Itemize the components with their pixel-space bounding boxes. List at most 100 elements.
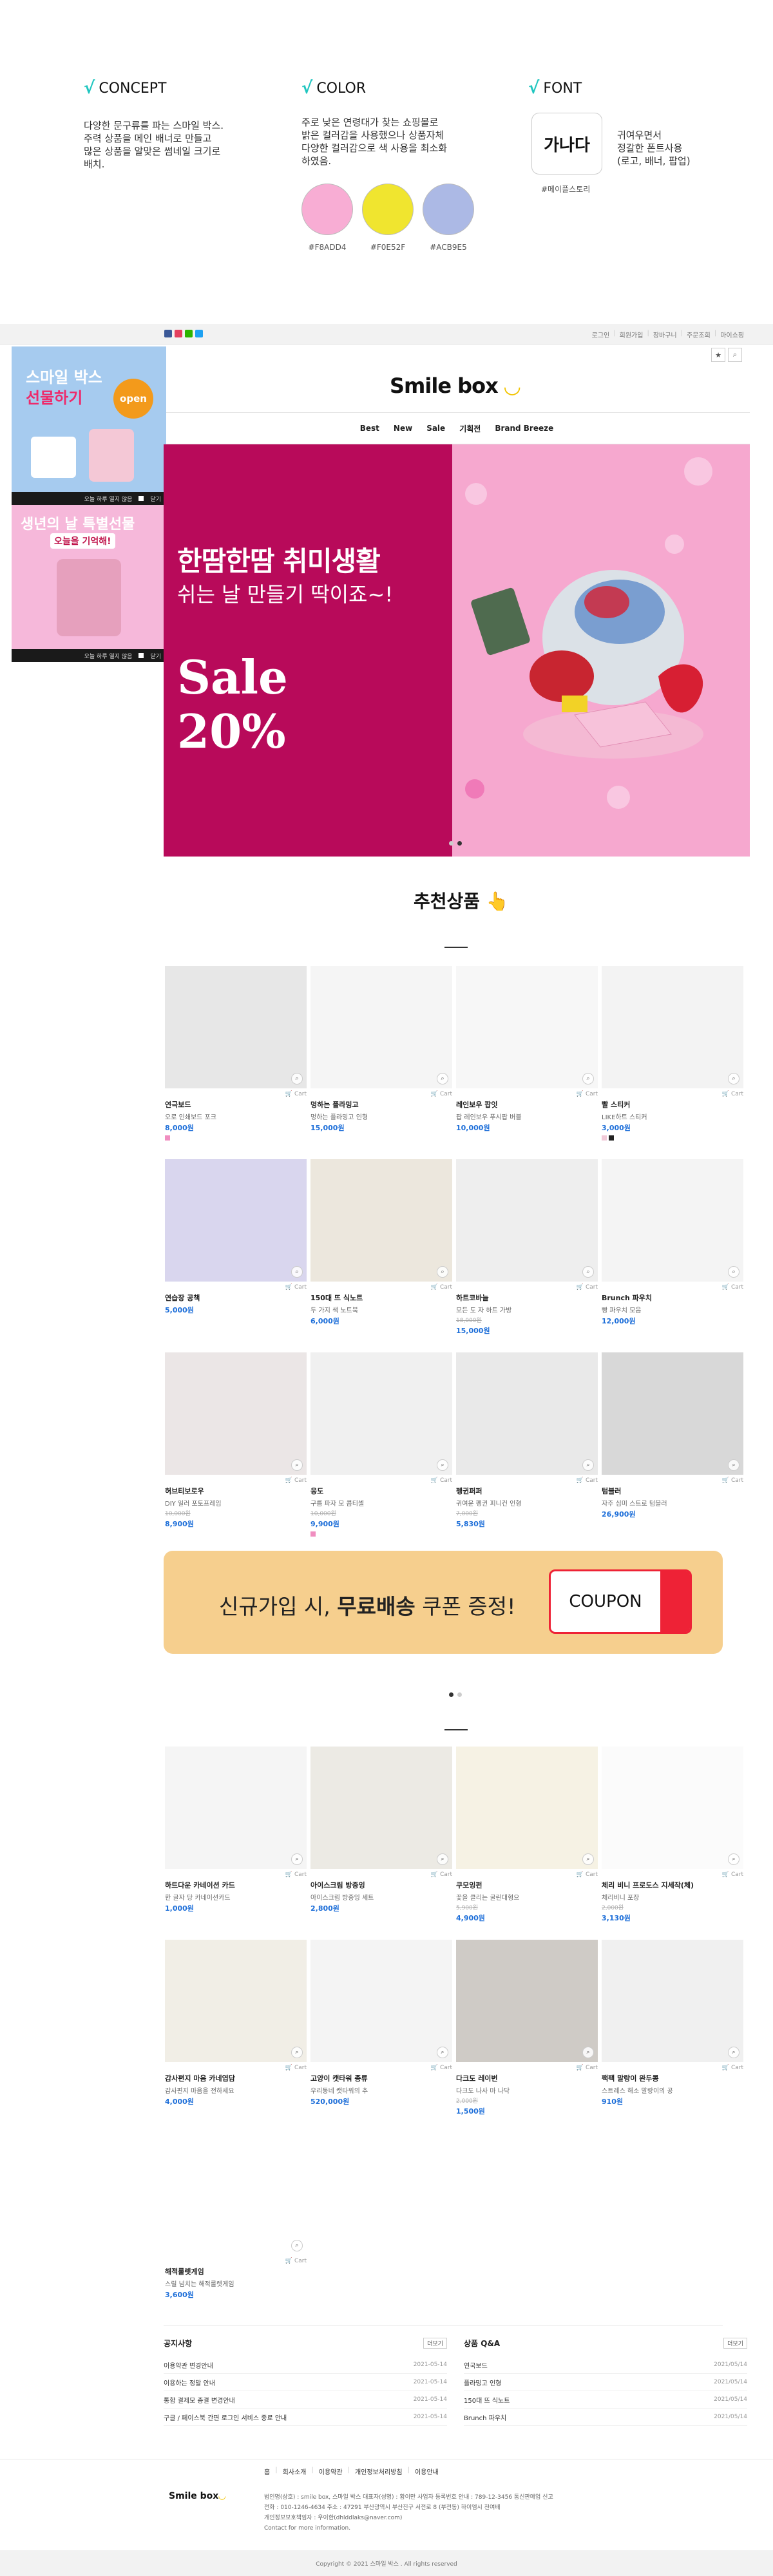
zoom-icon[interactable]: ⌕: [728, 1853, 740, 1865]
product-image[interactable]: ⌕: [456, 1940, 598, 2062]
product-image[interactable]: ⌕: [310, 1940, 452, 2062]
notice-row[interactable]: 이용약관 변경안내 2021-05-14: [164, 2356, 447, 2374]
product-card[interactable]: ⌕ 🛒 Cart 연극보드 오로 인쇄보드 포크 8,000원: [165, 966, 307, 1141]
product-card[interactable]: ⌕ 🛒 Cart 150대 뜨 식노트 두 가지 색 노트북 6,000원: [310, 1159, 452, 1329]
product-cart-link[interactable]: 🛒 Cart: [602, 1091, 743, 1097]
product-image[interactable]: ⌕: [602, 1940, 743, 2062]
product-card[interactable]: ⌕ 🛒 Cart 레인보우 팝잇 팝 레인보우 푸시팝 버블 10,000원: [456, 966, 598, 1135]
product-name[interactable]: 팩팩 말랑이 완두콩: [602, 2073, 743, 2083]
product-name[interactable]: 감사편지 마음 카네엽담: [165, 2073, 307, 2083]
notice-row[interactable]: 통합 결제모 종결 변경안내 2021-05-14: [164, 2391, 447, 2409]
product-card[interactable]: ⌕ 🛒 Cart 팩팩 말랑이 완두콩 스트레스 해소 말랑이의 공 910원: [602, 1940, 743, 2109]
product-cart-link[interactable]: 🛒 Cart: [310, 1871, 452, 1878]
product-card[interactable]: ⌕ 🛒 Cart 하트코바늘 모든 도 자 하트 가방 18,000원 15,0…: [456, 1159, 598, 1338]
zoom-icon[interactable]: ⌕: [582, 2047, 594, 2058]
product-name[interactable]: 다크도 레이번: [456, 2073, 598, 2083]
qna-row[interactable]: Brunch 파우치 2021/05/14: [464, 2409, 747, 2426]
zoom-icon[interactable]: ⌕: [291, 2047, 303, 2058]
product-name[interactable]: 아이스크림 방중잉: [310, 1880, 452, 1890]
side-popup-gift[interactable]: 스마일 박스 선물하기 open 오늘 하루 열지 않음 닫기: [12, 346, 166, 505]
zoom-icon[interactable]: ⌕: [291, 2240, 303, 2251]
coupon-dot[interactable]: [449, 1692, 453, 1697]
product-card[interactable]: ⌕ 🛒 Cart 텀블러 자주 심미 스트로 텀블러 26,900원: [602, 1352, 743, 1522]
product-cart-link[interactable]: 🛒 Cart: [165, 1091, 307, 1097]
zoom-icon[interactable]: ⌕: [728, 1459, 740, 1471]
notice-more-button[interactable]: 더보기: [423, 2338, 447, 2349]
product-image[interactable]: ⌕: [165, 1352, 307, 1475]
product-cart-link[interactable]: 🛒 Cart: [165, 2258, 307, 2264]
product-cart-link[interactable]: 🛒 Cart: [165, 2065, 307, 2071]
nav-sale[interactable]: Sale: [426, 424, 445, 433]
zoom-icon[interactable]: ⌕: [437, 1853, 448, 1865]
zoom-icon[interactable]: ⌕: [582, 1073, 594, 1084]
twitter-icon[interactable]: [195, 330, 203, 337]
product-cart-link[interactable]: 🛒 Cart: [310, 1091, 452, 1097]
zoom-icon[interactable]: ⌕: [728, 2047, 740, 2058]
qna-row[interactable]: 150대 뜨 식노트 2021/05/14: [464, 2391, 747, 2409]
hero-dot[interactable]: [457, 841, 462, 846]
dont-show-checkbox[interactable]: [138, 496, 144, 501]
product-card[interactable]: ⌕ 🛒 Cart 허브티보로우 DIY 일러 포토프레임 10,000원 8,9…: [165, 1352, 307, 1531]
product-card[interactable]: ⌕ 🛒 Cart 고양이 캣타워 종류 우리동네 캣타워의 추 520,000원: [310, 1940, 452, 2109]
side-popup-birthday[interactable]: 생년의 날 특별선물 오늘을 기억해! 오늘 하루 열지 않음 닫기: [12, 505, 166, 662]
product-cart-link[interactable]: 🛒 Cart: [602, 1477, 743, 1484]
nav-special[interactable]: 기획전: [459, 423, 481, 434]
qna-row[interactable]: 연국보드 2021/05/14: [464, 2356, 747, 2374]
product-name[interactable]: 하트다운 카네이션 카드: [165, 1880, 307, 1890]
product-name[interactable]: 고양이 캣타워 종류: [310, 2073, 452, 2083]
naver-blog-icon[interactable]: [185, 330, 193, 337]
product-name[interactable]: 쿠모잉펀: [456, 1880, 598, 1890]
product-card[interactable]: ⌕ 🛒 Cart 연습장 공책 5,000원: [165, 1159, 307, 1318]
product-image[interactable]: ⌕: [456, 1159, 598, 1282]
zoom-icon[interactable]: ⌕: [291, 1266, 303, 1278]
product-card[interactable]: ⌕ 🛒 Cart 감사편지 마음 카네엽담 감사편지 마음을 전하세요 4,00…: [165, 1940, 307, 2109]
product-name[interactable]: 해적룰렛게임: [165, 2266, 307, 2277]
product-image[interactable]: ⌕: [165, 1940, 307, 2062]
popup-close-button[interactable]: 닫기: [150, 495, 161, 503]
product-name[interactable]: 텀블러: [602, 1486, 743, 1496]
login-link[interactable]: 로그인: [592, 330, 610, 339]
product-cart-link[interactable]: 🛒 Cart: [602, 2065, 743, 2071]
product-image[interactable]: ⌕: [310, 966, 452, 1088]
zoom-icon[interactable]: ⌕: [582, 1459, 594, 1471]
product-image[interactable]: ⌕: [310, 1352, 452, 1475]
popup-close-button[interactable]: 닫기: [150, 652, 161, 660]
product-name[interactable]: 150대 뜨 식노트: [310, 1293, 452, 1303]
product-image[interactable]: ⌕: [602, 1352, 743, 1475]
product-card[interactable]: ⌕ 🛒 Cart 응도 구름 파자 모 콤티셀 10,000원 9,900원: [310, 1352, 452, 1537]
product-card[interactable]: ⌕ 🛒 Cart 하트다운 카네이션 카드 한 글자 당 카네이션카드 1,00…: [165, 1747, 307, 1916]
mypage-link[interactable]: 마이쇼핑: [720, 330, 744, 339]
zoom-icon[interactable]: ⌕: [437, 1073, 448, 1084]
product-image[interactable]: ⌕: [165, 1159, 307, 1282]
product-cart-link[interactable]: 🛒 Cart: [456, 2065, 598, 2071]
product-image[interactable]: ⌕: [165, 966, 307, 1088]
product-cart-link[interactable]: 🛒 Cart: [310, 1284, 452, 1291]
product-image[interactable]: ⌕: [602, 966, 743, 1088]
zoom-icon[interactable]: ⌕: [291, 1073, 303, 1084]
product-name[interactable]: 빨 스티커: [602, 1099, 743, 1110]
order-link[interactable]: 주문조회: [687, 330, 711, 339]
product-cart-link[interactable]: 🛒 Cart: [602, 1284, 743, 1291]
product-card[interactable]: ⌕ 🛒 Cart 빨 스티커 LIKE하트 스티커 3,000원: [602, 966, 743, 1141]
product-name[interactable]: 레인보우 팝잇: [456, 1099, 598, 1110]
product-image[interactable]: ⌕: [310, 1159, 452, 1282]
product-cart-link[interactable]: 🛒 Cart: [602, 1871, 743, 1878]
product-cart-link[interactable]: 🛒 Cart: [310, 1477, 452, 1484]
notice-row[interactable]: 이용하는 정말 안내 2021-05-14: [164, 2374, 447, 2391]
product-image[interactable]: ⌕: [165, 2133, 307, 2255]
zoom-icon[interactable]: ⌕: [291, 1459, 303, 1471]
bookmark-icon[interactable]: ★: [711, 348, 725, 362]
footer-privacy-link[interactable]: 개인정보처리방침: [355, 2467, 403, 2476]
product-card[interactable]: ⌕ 🛒 Cart 체리 비니 프로도스 지세작(체) 체리비니 포장 2,000…: [602, 1747, 743, 1926]
site-logo[interactable]: Smile box ◡: [390, 374, 520, 398]
footer-terms-link[interactable]: 이용약관: [319, 2467, 343, 2476]
footer-logo[interactable]: Smile box◡: [169, 2491, 225, 2501]
product-cart-link[interactable]: 🛒 Cart: [165, 1284, 307, 1291]
product-card[interactable]: ⌕ 🛒 Cart Brunch 파우치 빵 파우치 모음 12,000원: [602, 1159, 743, 1329]
join-link[interactable]: 회원가입: [620, 330, 644, 339]
search-icon[interactable]: ⌕: [728, 348, 742, 362]
product-name[interactable]: 펭귄퍼퍼: [456, 1486, 598, 1496]
product-cart-link[interactable]: 🛒 Cart: [456, 1284, 598, 1291]
product-image[interactable]: ⌕: [602, 1747, 743, 1869]
zoom-icon[interactable]: ⌕: [582, 1853, 594, 1865]
